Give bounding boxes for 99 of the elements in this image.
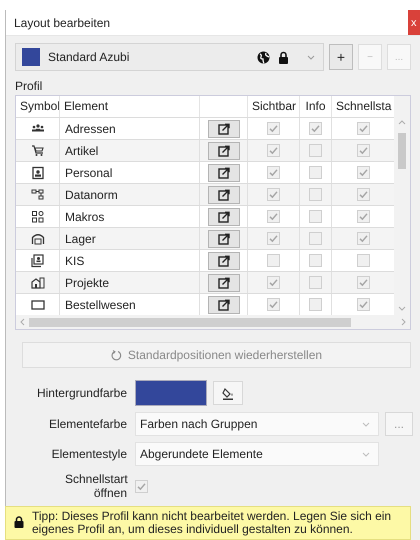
refresh-icon [110,350,122,360]
paint-bucket-icon [222,386,234,400]
profile-dropdown[interactable]: Standard Azubi [15,43,324,71]
caret-icon [362,422,370,426]
checkbox[interactable] [267,210,280,223]
checkbox[interactable] [356,166,370,179]
table-cell: Makros [65,210,104,224]
table-cell: Adressen [65,122,116,136]
close-button[interactable]: x [408,10,420,35]
table-cell: Datanorm [65,188,118,202]
monitor-icon [30,298,44,312]
edit-button[interactable] [208,296,240,314]
grid-icon [30,210,44,224]
field-label: Hintergrundfarbe [36,386,127,400]
field-label: Elementestyle [50,447,127,461]
edit-button[interactable] [208,142,240,160]
edit-icon [218,166,230,178]
table-cell: Bestellwesen [65,298,136,312]
hierarchy-icon [30,188,44,202]
edit-icon [218,210,230,222]
scroll-thumb[interactable] [398,133,406,169]
scroll-left-icon[interactable] [20,318,25,326]
edit-button[interactable] [208,164,240,182]
tip-text: Tipp: Dieses Profil kann nicht bearbeitet werden. Legen Sie sich ein eigenes Profil an, um dieses individuell gestalten zu können. [32,510,392,536]
profile-button[interactable]: + [329,44,353,70]
edit-icon [218,188,230,200]
checkbox[interactable] [267,122,280,135]
building-icon [30,276,44,290]
caret-icon [307,54,315,60]
field-label: Schnellstart öffnen [65,472,127,500]
column-header: Schnellsta [335,98,392,115]
more-button[interactable]: ... [385,412,414,436]
edit-button[interactable] [208,274,240,292]
checkbox[interactable] [267,232,280,245]
cart-icon [30,144,44,158]
checkbox[interactable] [267,188,280,201]
dropdown[interactable]: Farben nach Gruppen [135,412,379,436]
scroll-thumb[interactable] [29,318,351,326]
checkbox[interactable] [309,144,322,157]
edit-button[interactable] [208,252,240,270]
column-header: Element [60,96,200,117]
checkbox[interactable] [135,480,148,492]
checkbox[interactable] [356,144,370,157]
column-header: Info [300,96,332,117]
lock-icon [14,516,24,528]
table-cell: KIS [65,254,84,268]
checkbox[interactable] [356,232,370,245]
table-cell: Artikel [65,144,98,158]
field-label: Elementefarbe [48,417,127,431]
id-badge-icon [30,166,44,180]
edit-button[interactable] [208,186,240,204]
scroll-down-icon[interactable] [398,306,406,311]
contact-card-icon [30,254,44,268]
checkbox[interactable] [267,298,280,311]
column-header: Sichtbar [248,96,300,117]
checkbox[interactable] [267,144,280,157]
warehouse-icon [30,232,44,246]
column-header: Symbol [16,96,60,117]
table-cell: Projekte [65,276,110,290]
checkbox[interactable] [309,298,322,311]
checkbox[interactable] [356,188,370,201]
checkbox[interactable] [309,232,322,245]
checkbox[interactable] [267,166,280,179]
lock-icon [278,50,289,64]
scroll-up-icon[interactable] [398,120,406,125]
globe-icon [257,50,270,64]
caret-icon [362,452,370,456]
checkbox[interactable] [356,298,370,311]
horizontal-scrollbar[interactable] [16,315,410,329]
scroll-right-icon[interactable] [401,318,406,326]
checkbox[interactable] [309,122,322,135]
edit-icon [218,122,230,134]
checkbox[interactable] [309,254,322,267]
checkbox[interactable] [309,188,322,201]
checkbox[interactable] [267,254,280,267]
color-picker-button[interactable] [213,381,243,405]
edit-icon [218,298,230,310]
table-cell: Personal [65,166,112,180]
checkbox[interactable] [267,276,280,289]
window-title: Layout bearbeiten [14,16,110,30]
checkbox[interactable] [356,254,370,267]
edit-icon [218,254,230,266]
edit-icon [218,144,230,156]
vertical-scrollbar[interactable] [394,96,410,315]
checkbox[interactable] [356,210,370,223]
edit-button[interactable] [208,208,240,226]
edit-icon [218,232,230,244]
checkbox[interactable] [309,210,322,223]
checkbox[interactable] [309,276,322,289]
edit-icon [218,276,230,288]
table-cell: Lager [65,232,96,246]
edit-button[interactable] [208,120,240,138]
checkbox[interactable] [356,122,370,135]
checkbox[interactable] [309,166,322,179]
section-label: Profil [15,79,44,93]
dropdown[interactable]: Abgerundete Elemente [135,442,379,466]
color-swatch[interactable] [135,380,207,406]
edit-button[interactable] [208,230,240,248]
checkbox[interactable] [356,276,370,289]
